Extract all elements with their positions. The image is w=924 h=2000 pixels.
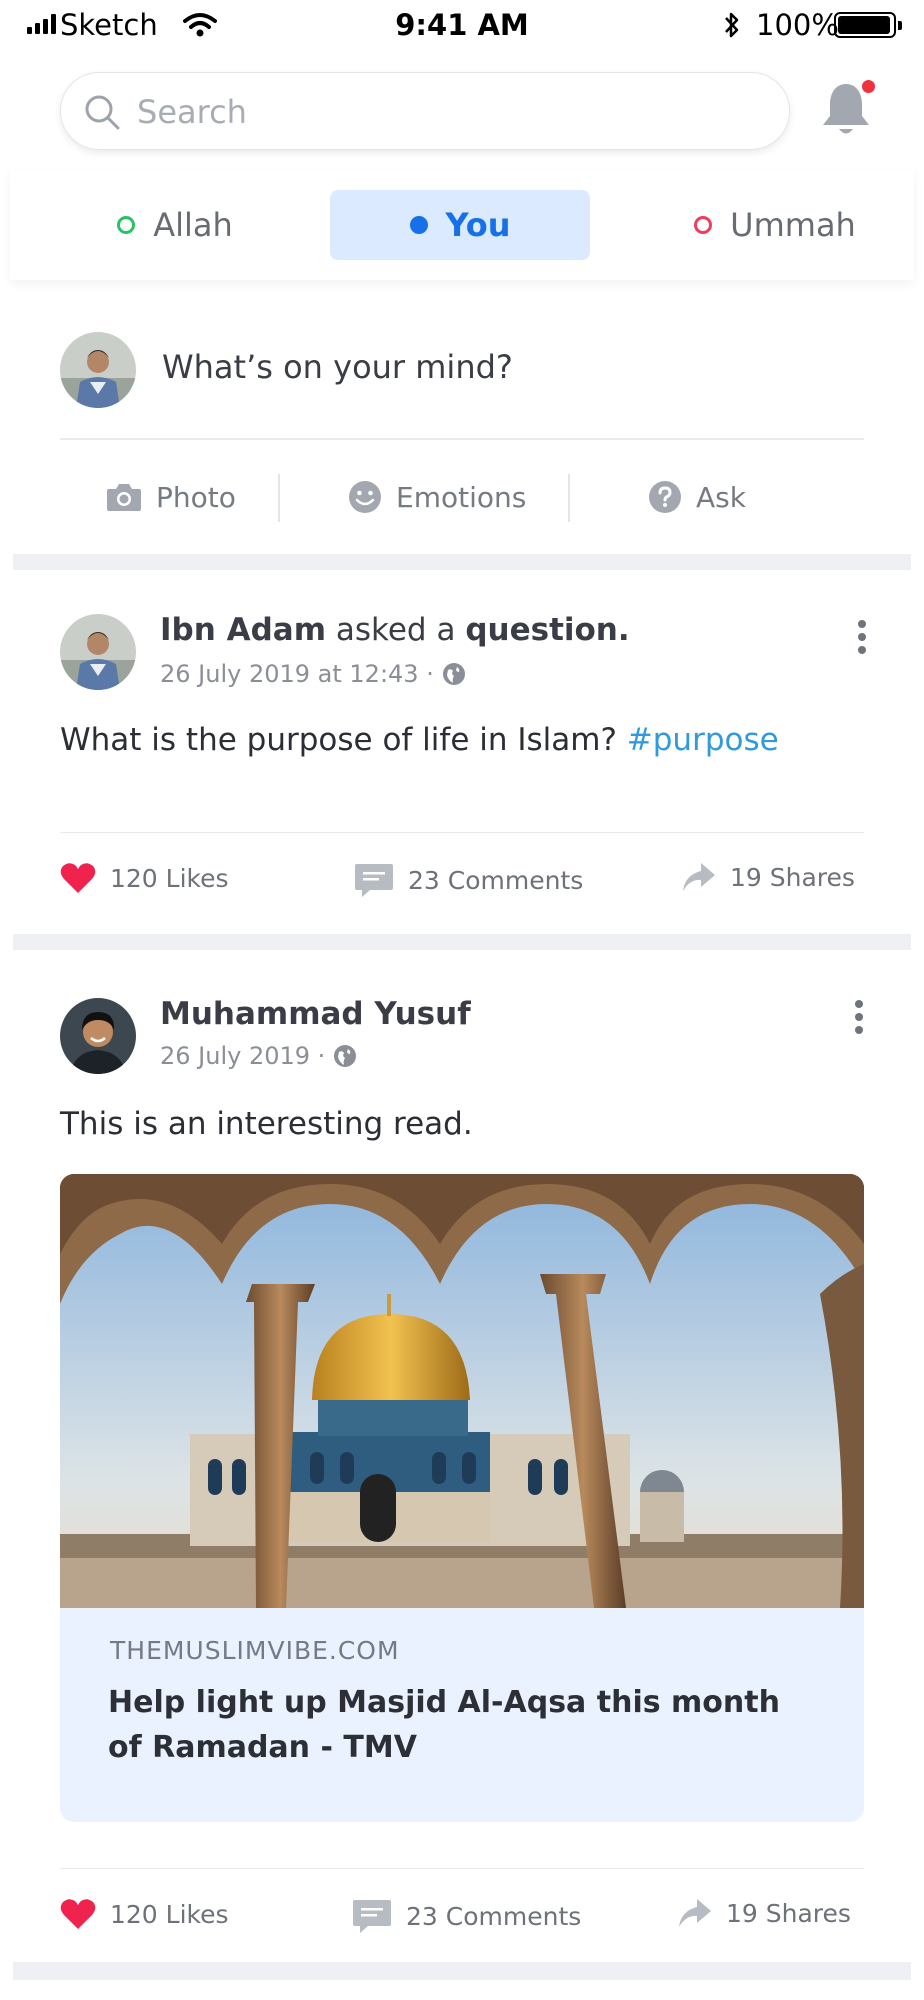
camera-icon bbox=[107, 484, 141, 511]
share-count: 19 Shares bbox=[730, 862, 855, 892]
author-name[interactable]: Muhammad Yusuf bbox=[160, 996, 471, 1032]
tab-allah[interactable]: Allah bbox=[70, 190, 280, 260]
like-count: 120 Likes bbox=[110, 1899, 229, 1929]
divider bbox=[568, 474, 570, 522]
status-ring-icon bbox=[117, 216, 136, 234]
question-icon bbox=[649, 481, 681, 513]
composer-input[interactable]: What’s on your mind? bbox=[162, 348, 513, 386]
author-action: asked a bbox=[335, 612, 456, 648]
user-avatar[interactable] bbox=[60, 332, 136, 408]
post-text: This is an interesting read. bbox=[60, 1106, 473, 1142]
author-action-object: question. bbox=[465, 612, 630, 648]
tab-ummah[interactable]: Ummah bbox=[650, 190, 900, 260]
divider bbox=[60, 438, 864, 440]
tab-label: Allah bbox=[153, 206, 233, 244]
feed-tabs: Allah You Ummah bbox=[10, 170, 914, 280]
battery-percentage: 100% bbox=[756, 8, 839, 42]
battery-icon bbox=[834, 12, 902, 38]
post-author: Muhammad Yusuf bbox=[160, 996, 471, 1032]
globe-icon bbox=[334, 1045, 357, 1067]
status-bar: Sketch 9:41 AM 100% bbox=[0, 0, 924, 50]
ask-label: Ask bbox=[696, 480, 746, 514]
emotions-button[interactable]: Emotions bbox=[348, 472, 526, 522]
post-timestamp: 26 July 2019 · bbox=[160, 1042, 326, 1070]
post-text: What is the purpose of life in Islam? bbox=[60, 722, 617, 758]
like-button[interactable]: 120 Likes bbox=[60, 1898, 229, 1930]
comment-count: 23 Comments bbox=[408, 865, 584, 895]
photo-label: Photo bbox=[156, 480, 236, 514]
author-avatar[interactable] bbox=[60, 614, 136, 690]
post-options-button[interactable] bbox=[853, 1000, 865, 1039]
globe-icon bbox=[442, 663, 465, 685]
bluetooth-icon bbox=[725, 12, 739, 38]
comment-button[interactable]: 23 Comments bbox=[354, 862, 583, 898]
ask-button[interactable]: Ask bbox=[648, 472, 746, 522]
divider bbox=[60, 832, 864, 833]
notifications-button[interactable] bbox=[818, 78, 877, 140]
search-input[interactable]: Search bbox=[137, 93, 247, 131]
link-domain: THEMUSLIMVIBE.COM bbox=[110, 1636, 400, 1665]
status-dot-icon bbox=[409, 216, 428, 234]
post-body: What is the purpose of life in Islam? #p… bbox=[60, 722, 779, 758]
link-preview-image bbox=[60, 1174, 864, 1608]
share-icon bbox=[683, 863, 715, 891]
comment-count: 23 Comments bbox=[406, 1901, 582, 1931]
share-button[interactable]: 19 Shares bbox=[678, 1898, 851, 1928]
smiley-icon bbox=[349, 481, 381, 513]
post-meta: 26 July 2019 at 12:43 · bbox=[160, 660, 466, 688]
link-preview-card[interactable]: THEMUSLIMVIBE.COM Help light up Masjid A… bbox=[60, 1174, 864, 1822]
notification-badge bbox=[860, 78, 877, 95]
post-timestamp: 26 July 2019 at 12:43 · bbox=[160, 660, 434, 688]
status-ring-icon bbox=[694, 216, 713, 234]
like-count: 120 Likes bbox=[110, 863, 229, 893]
comment-button[interactable]: 23 Comments bbox=[352, 1898, 581, 1934]
divider bbox=[278, 474, 280, 522]
share-button[interactable]: 19 Shares bbox=[682, 862, 855, 892]
search-icon bbox=[85, 95, 120, 130]
tab-label: Ummah bbox=[730, 206, 856, 244]
section-separator bbox=[13, 554, 911, 570]
author-name[interactable]: Ibn Adam bbox=[160, 612, 326, 648]
like-button[interactable]: 120 Likes bbox=[60, 862, 229, 894]
tab-label: You bbox=[445, 206, 511, 244]
photo-button[interactable]: Photo bbox=[106, 472, 236, 522]
section-separator bbox=[13, 1962, 911, 1980]
post-options-button[interactable] bbox=[856, 620, 868, 659]
author-avatar[interactable] bbox=[60, 998, 136, 1074]
heart-icon bbox=[60, 1899, 96, 1929]
tab-you[interactable]: You bbox=[330, 190, 590, 260]
share-count: 19 Shares bbox=[726, 1898, 851, 1928]
post-author: Ibn Adam asked a question. bbox=[160, 612, 630, 648]
comment-icon bbox=[353, 1900, 391, 1933]
emotions-label: Emotions bbox=[396, 480, 527, 514]
post-meta: 26 July 2019 · bbox=[160, 1042, 357, 1070]
divider bbox=[60, 1868, 864, 1869]
link-title[interactable]: Help light up Masjid Al-Aqsa this month … bbox=[108, 1680, 808, 1770]
heart-icon bbox=[60, 863, 96, 893]
share-icon bbox=[679, 1899, 711, 1927]
hashtag-link[interactable]: #purpose bbox=[627, 722, 779, 758]
section-separator bbox=[13, 934, 911, 950]
comment-icon bbox=[355, 864, 393, 897]
search-bar[interactable]: Search bbox=[60, 72, 790, 150]
